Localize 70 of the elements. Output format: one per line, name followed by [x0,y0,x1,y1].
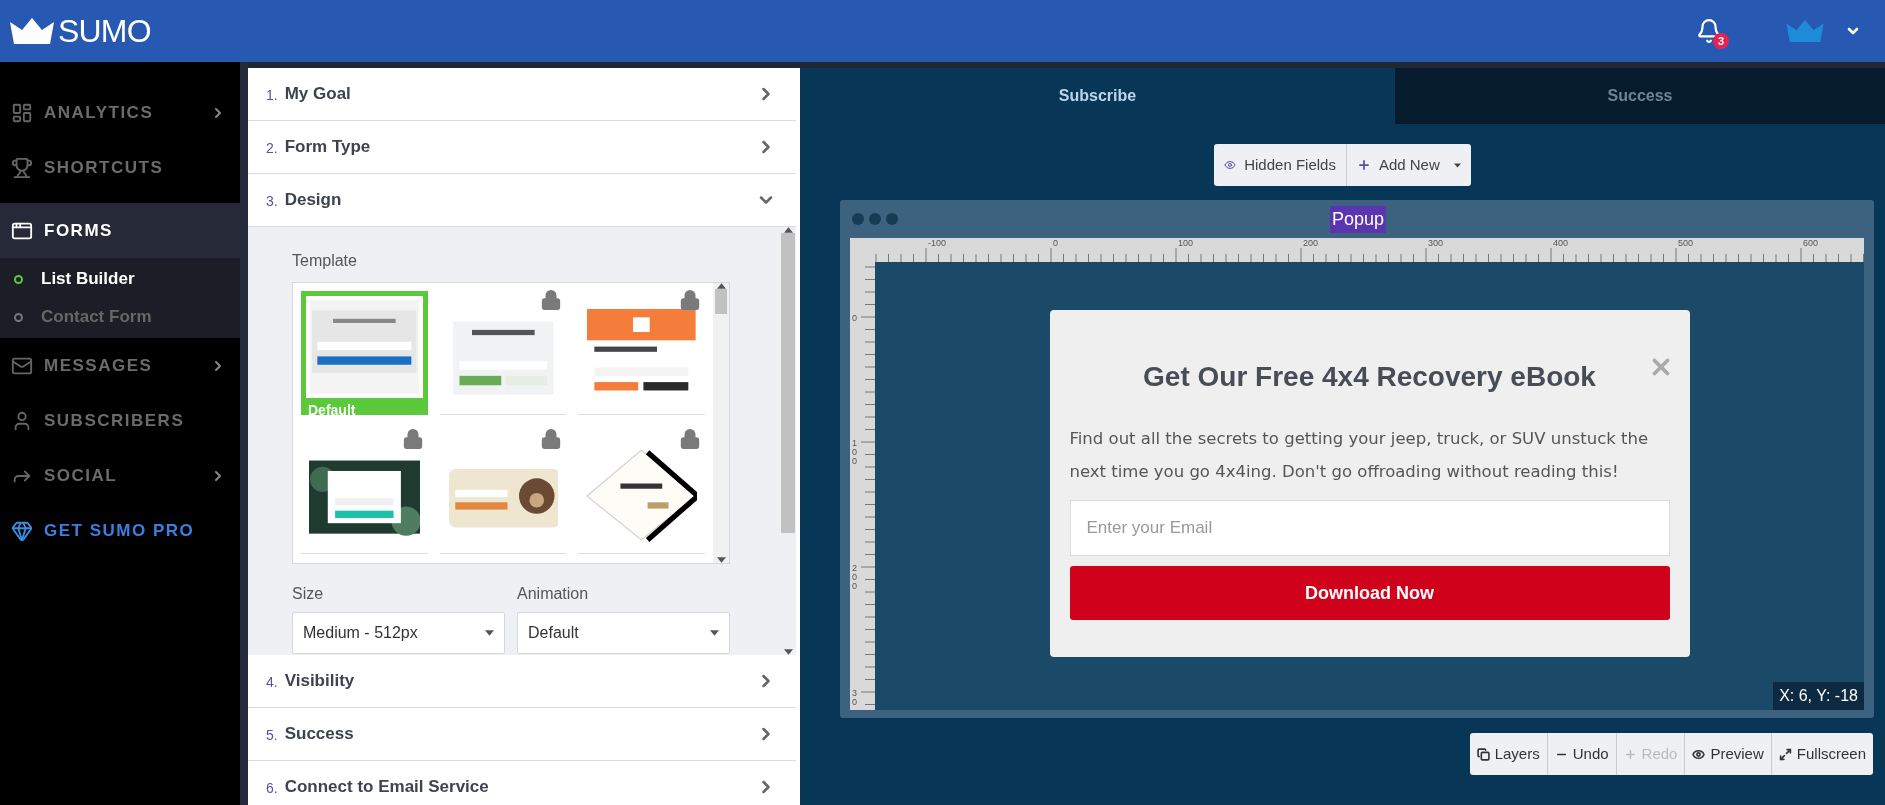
ruler-label: 0 [1053,238,1058,248]
ruler-label: 30 [852,689,858,707]
diamond-icon [11,519,33,542]
field-label: Size [292,584,325,604]
tool-button[interactable]: Preview [1684,733,1771,775]
step-number: 3. [266,191,278,211]
step-number: 2. [266,138,278,158]
caret-down-icon [710,630,719,636]
scroll-down-icon [716,557,726,563]
account-menu-button[interactable] [1785,20,1861,42]
step-title: Success [284,723,355,746]
popup-description: Find out all the secrets to getting your jeep, truck, or SUV unstuck the next time you go 4x4ing. Don't go offroading without reading this! [1069,428,1650,483]
select-field[interactable]: Default [517,612,730,654]
email-field[interactable]: Enter your Email [1069,500,1670,556]
ruler-label: 200 [852,564,858,591]
ruler-label: 300 [1428,238,1444,248]
crown-avatar-icon [1785,20,1825,42]
toolbar-button[interactable]: Add New [1345,144,1471,186]
step-number: 1. [266,85,278,105]
ruler-label: 100 [852,439,858,466]
ruler-label: -100 [928,238,946,248]
step-title: My Goal [284,83,352,106]
step-number: 4. [266,672,278,692]
step-title: Design [284,189,343,212]
tool-button[interactable]: Fullscreen [1770,733,1873,775]
layers-icon [1476,747,1490,761]
select-field[interactable]: Medium - 512px [292,612,505,654]
nav-item[interactable]: FORMS [0,203,240,258]
nav-item[interactable]: MESSAGES [0,338,240,393]
step-title: Form Type [284,136,372,159]
nav-item[interactable]: SOCIAL [0,448,240,503]
step-number: 5. [266,725,278,745]
notification-count: 3 [1713,33,1729,49]
ruler-label: 100 [1178,238,1194,248]
tool-button[interactable]: Layers [1469,733,1547,775]
ruler-label: 600 [1803,238,1819,248]
plus-icon [1623,747,1637,761]
step-title: Connect to Email Service [284,776,490,799]
eye-icon [1224,159,1237,171]
ruler-label: 400 [1553,238,1569,248]
nav-item[interactable]: SUBSCRIBERS [0,393,240,448]
download-button[interactable]: Download Now [1069,566,1670,620]
field-label: Animation [517,584,590,604]
nav-item[interactable]: SHORTCUTS [0,140,240,195]
crown-logo-icon [10,18,54,44]
template-label: Template [292,251,358,271]
plus-icon [1356,158,1371,172]
ruler-label: 200 [1303,238,1319,248]
editor-tab[interactable]: Success [1395,68,1885,124]
toolbar-button[interactable]: Hidden Fields [1214,144,1346,186]
canvas-title: Popup [1329,205,1387,233]
popup-title: Get Our Free 4x4 Recovery eBook [1142,360,1597,394]
brand-name: SUMO [58,12,151,51]
expand-icon [1778,747,1792,761]
ruler-label: 0 [852,314,858,323]
nav-item[interactable]: ANALYTICS [0,85,240,140]
trophy-icon [11,156,33,179]
scrollbar-thumb[interactable] [781,233,795,533]
nav-item[interactable]: GET SUMO PRO [0,503,240,558]
scrollbar-thumb[interactable] [715,289,727,314]
tool-button[interactable]: Undo [1546,733,1616,775]
eye-icon [1692,747,1706,761]
cursor-coordinates: X: 6, Y: -18 [1773,682,1864,710]
notifications-button[interactable]: 3 [1691,11,1727,51]
step-number: 6. [266,778,278,798]
ruler-label: 500 [1678,238,1694,248]
caret-down-icon [485,630,494,636]
dashboard-icon [11,101,33,124]
step-title: Visibility [284,670,356,693]
nav-subitem[interactable]: List Builder [0,260,240,298]
